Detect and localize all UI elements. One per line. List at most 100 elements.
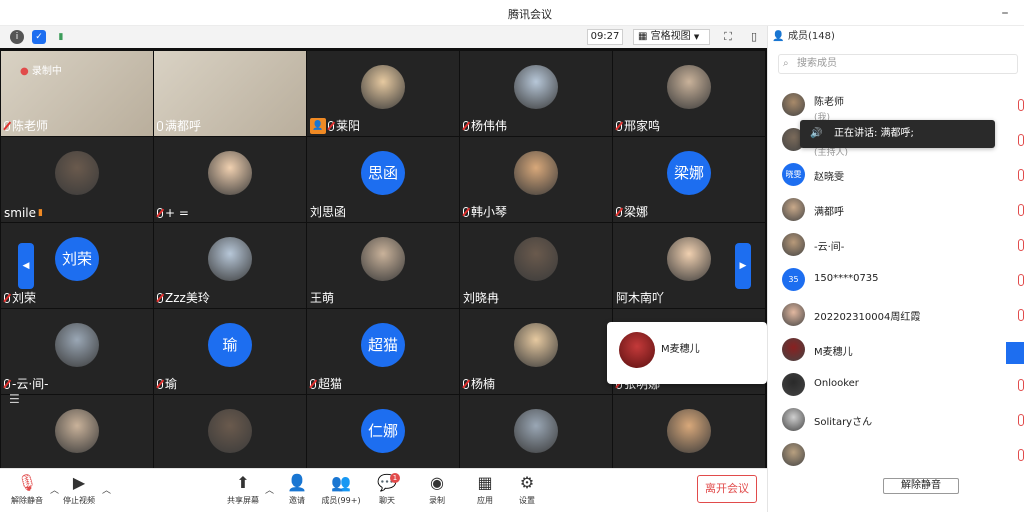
mic-muted-icon[interactable]	[1018, 99, 1024, 111]
avatar	[514, 409, 558, 453]
video-tile[interactable]: 仁娜	[307, 395, 459, 468]
video-tile[interactable]: 韩小琴	[460, 137, 612, 222]
member-row[interactable]: 202202310004周红霞	[768, 298, 1024, 332]
prev-page-arrow-icon[interactable]: ◀	[18, 243, 34, 289]
member-hover-card[interactable]: M麦穗儿	[607, 322, 767, 384]
mic-muted-icon[interactable]	[1018, 204, 1024, 216]
chat-label: 聊天	[379, 496, 395, 505]
member-action-button[interactable]	[1006, 342, 1024, 364]
mic-muted-icon	[157, 292, 163, 303]
video-tile[interactable]: 👤 莱阳	[307, 51, 459, 136]
share-screen-label: 共享屏幕	[227, 496, 259, 505]
video-tile[interactable]: 杨楠	[460, 309, 612, 394]
minimize-button[interactable]: –	[996, 4, 1014, 22]
next-page-arrow-icon[interactable]: ▶	[735, 243, 751, 289]
video-tile[interactable]	[154, 395, 306, 468]
member-row[interactable]: -云·间-	[768, 228, 1024, 262]
video-tile[interactable]	[613, 395, 765, 468]
tile-name-label: 杨楠	[463, 375, 495, 392]
video-tile[interactable]	[1, 395, 153, 468]
video-tile[interactable]: 王萌	[307, 223, 459, 308]
apps-icon: ▦	[477, 473, 493, 492]
tile-name-label: 梁娜	[616, 203, 648, 220]
member-search-input[interactable]: ⌕ 搜索成员	[778, 54, 1018, 74]
member-row[interactable]: Solitaryさん	[768, 403, 1024, 437]
stop-video-button[interactable]: ▶ 停止视频	[58, 473, 100, 506]
chevron-up-icon[interactable]: ︿	[102, 483, 111, 496]
tile-name: -云·间-	[12, 377, 49, 391]
settings-button[interactable]: ⚙ 设置	[506, 473, 548, 506]
app-title: 腾讯会议	[508, 8, 552, 21]
mic-muted-icon[interactable]	[1018, 414, 1024, 426]
video-tile[interactable]: 思函 刘思函	[307, 137, 459, 222]
title-bar: 腾讯会议 –	[0, 0, 1024, 26]
video-tile[interactable]: -云·间-	[1, 309, 153, 394]
chevron-up-icon[interactable]: ︿	[265, 483, 274, 496]
avatar	[667, 237, 711, 281]
member-name: M麦穗儿	[814, 347, 853, 358]
video-tile[interactable]	[460, 395, 612, 468]
list-view-icon[interactable]: ☰	[9, 392, 20, 406]
video-tile[interactable]: 瑜瑜	[154, 309, 306, 394]
video-tile[interactable]: 杨伟伟	[460, 51, 612, 136]
avatar	[782, 198, 805, 221]
sidebar-toggle-icon[interactable]: ▯	[747, 30, 761, 44]
signal-icon: ▮	[38, 208, 43, 218]
video-tile[interactable]: 邢家鸣	[613, 51, 765, 136]
mic-muted-icon: 🎙	[16, 473, 38, 492]
tile-name-label: 瑜	[157, 375, 177, 392]
member-name: Solitaryさん	[814, 417, 873, 428]
member-row[interactable]: 晓雯 赵晓雯	[768, 158, 1024, 192]
chat-button[interactable]: 💬 聊天 1	[366, 473, 408, 506]
member-name: 满都呼	[814, 207, 844, 218]
mic-muted-icon[interactable]	[1018, 379, 1024, 391]
tile-name: 陈老师	[12, 119, 49, 133]
search-icon: ⌕	[783, 58, 789, 69]
record-button[interactable]: ◉ 录制	[416, 473, 458, 506]
video-tile[interactable]: Zzz美玲	[154, 223, 306, 308]
mic-muted-icon[interactable]	[1018, 274, 1024, 286]
tile-name: Zzz美玲	[165, 291, 210, 305]
network-signal-icon[interactable]: ▮	[54, 30, 68, 44]
avatar	[782, 233, 805, 256]
avatar	[782, 303, 805, 326]
mic-muted-icon[interactable]	[1018, 309, 1024, 321]
avatar	[514, 151, 558, 195]
invite-button[interactable]: 👤 邀请	[276, 473, 318, 506]
recording-indicator: ● 录制中	[20, 62, 62, 77]
member-row[interactable]: 35 150****0735	[768, 263, 1024, 297]
info-icon[interactable]: i	[10, 30, 24, 44]
fullscreen-icon[interactable]: ⛶	[721, 30, 735, 44]
member-row[interactable]: M麦穗儿	[768, 333, 1024, 367]
video-tile[interactable]: smile ▮	[1, 137, 153, 222]
members-button[interactable]: 👥 成员(99+)	[320, 473, 362, 506]
member-row[interactable]	[768, 438, 1024, 472]
apps-button[interactable]: ▦ 应用	[464, 473, 506, 506]
member-row[interactable]: Onlooker	[768, 368, 1024, 402]
tile-name-label: 邢家鸣	[616, 117, 660, 134]
unmute-button[interactable]: 🎙 解除静音	[6, 473, 48, 506]
mic-muted-icon[interactable]	[1018, 239, 1024, 251]
video-tile[interactable]: + =	[154, 137, 306, 222]
view-mode-select[interactable]: ▦ 宫格视图 ▼	[633, 29, 710, 45]
video-tile[interactable]: 梁娜 梁娜	[613, 137, 765, 222]
record-label: 录制	[429, 496, 445, 505]
avatar: 晓雯	[782, 163, 805, 186]
leave-meeting-button[interactable]: 离开会议	[697, 475, 757, 503]
security-shield-icon[interactable]: ✓	[32, 30, 46, 44]
member-row[interactable]: 满都呼	[768, 193, 1024, 227]
share-screen-button[interactable]: ⬆ 共享屏幕	[222, 473, 264, 506]
member-row[interactable]: 陈老师 (我)	[768, 88, 1024, 123]
mic-muted-icon[interactable]	[1018, 169, 1024, 181]
video-tile[interactable]: 超猫 超猫	[307, 309, 459, 394]
view-mode-label: 宫格视图	[650, 31, 691, 42]
avatar	[619, 332, 655, 368]
person-icon: 👤	[772, 31, 785, 42]
unmute-all-button[interactable]: 解除静音	[883, 478, 959, 494]
members-icon: 👥	[331, 473, 351, 492]
mic-muted-icon[interactable]	[1018, 449, 1024, 461]
tile-name-label: -云·间-	[4, 375, 48, 392]
video-tile[interactable]: 满都呼	[154, 51, 306, 136]
mic-muted-icon[interactable]	[1018, 134, 1024, 146]
video-tile[interactable]: 刘晓冉	[460, 223, 612, 308]
